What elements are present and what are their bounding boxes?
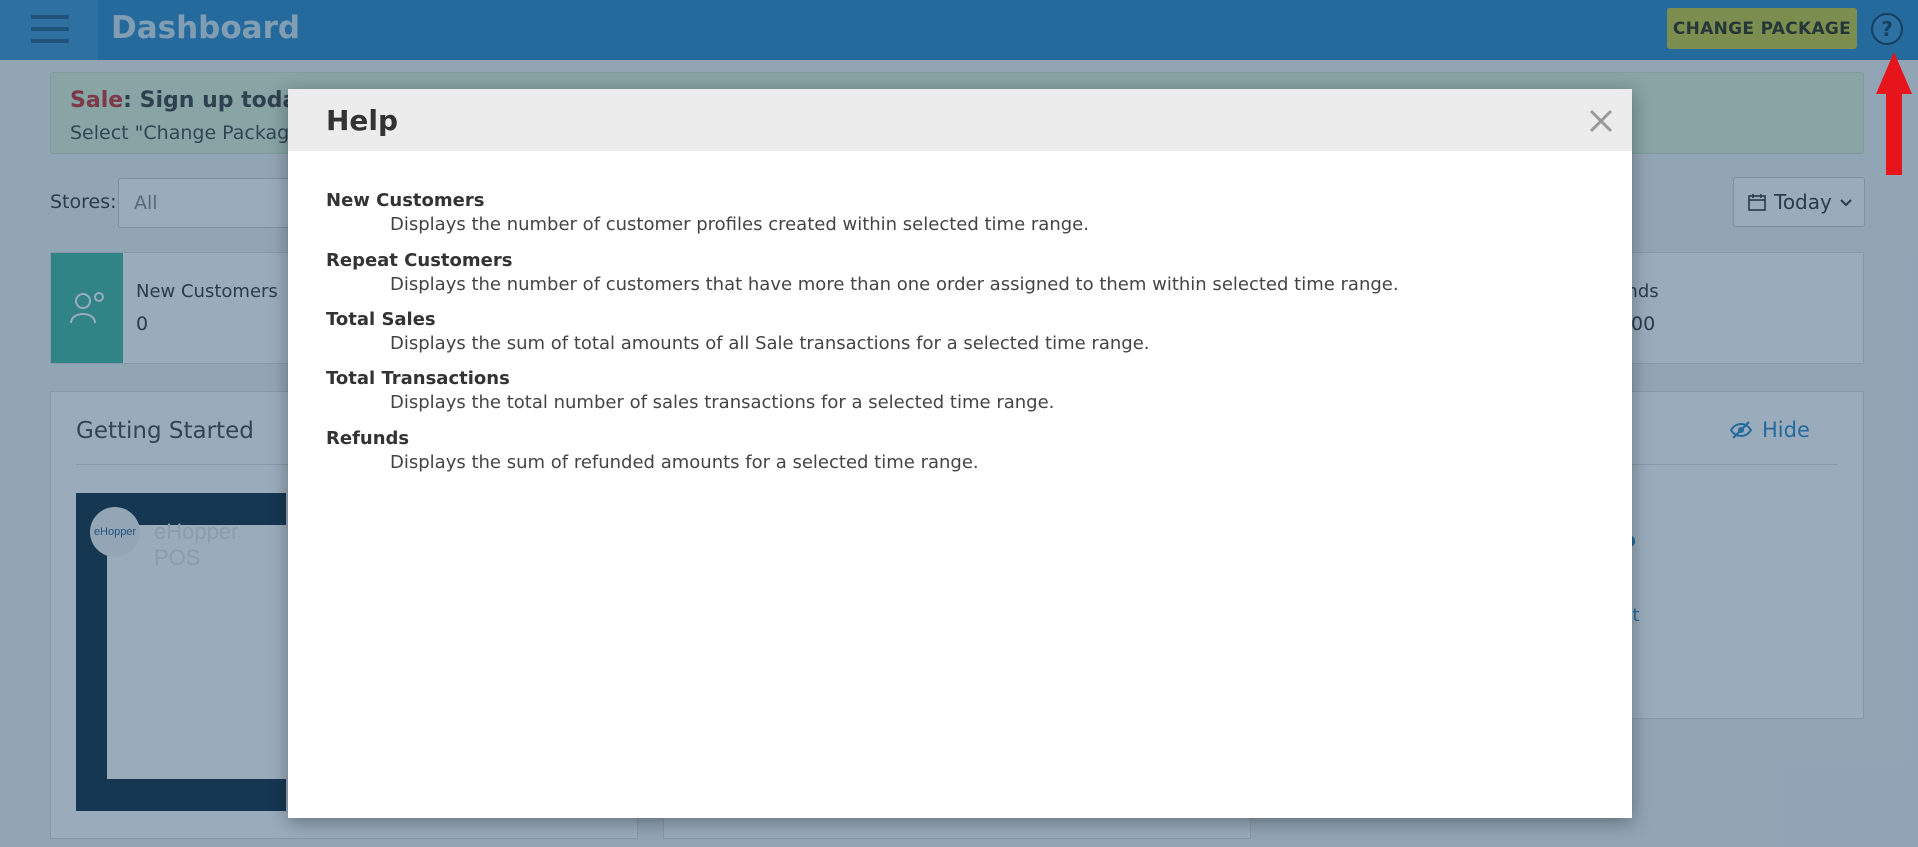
help-item: Total Transactions Displays the total nu… [326,367,1054,415]
help-term: Repeat Customers [326,250,513,271]
help-item: Repeat Customers Displays the number of … [326,249,1399,297]
modal-title: Help [326,104,399,137]
help-term: Total Transactions [326,368,510,389]
help-description: Displays the number of customers that ha… [390,274,1399,295]
help-term: Refunds [326,428,410,449]
help-term: Total Sales [326,309,436,330]
help-description: Displays the number of customer profiles… [390,214,1089,235]
modal-header: Help [288,89,1632,151]
red-arrow-annotation [1876,52,1912,175]
help-modal: Help New Customers Displays the number o… [288,89,1632,818]
help-term: New Customers [326,190,485,211]
help-item: Refunds Displays the sum of refunded amo… [326,427,979,475]
help-item: New Customers Displays the number of cus… [326,189,1089,237]
help-description: Displays the sum of refunded amounts for… [390,452,979,473]
help-description: Displays the sum of total amounts of all… [390,333,1150,354]
help-item: Total Sales Displays the sum of total am… [326,308,1150,356]
close-icon[interactable] [1586,106,1616,136]
help-description: Displays the total number of sales trans… [390,392,1055,413]
